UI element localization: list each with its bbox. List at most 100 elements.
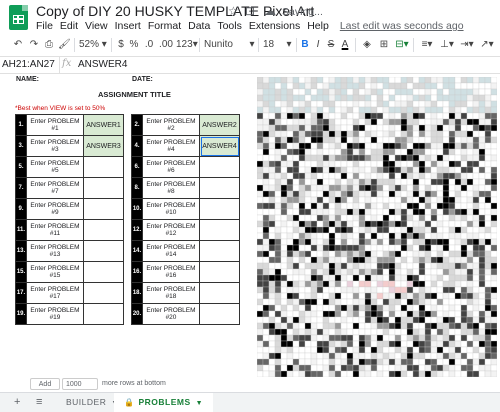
problem-number[interactable]: 6. bbox=[131, 156, 143, 178]
problem-number[interactable]: 20. bbox=[131, 303, 143, 325]
answer-cell[interactable] bbox=[199, 198, 240, 220]
percent-button[interactable]: % bbox=[129, 38, 139, 52]
problem-cell[interactable]: Enter PROBLEM #6 bbox=[142, 156, 200, 178]
problem-number[interactable]: 9. bbox=[15, 198, 27, 220]
problem-number[interactable]: 1. bbox=[15, 114, 27, 136]
chevron-down-icon[interactable]: ▾ bbox=[285, 38, 293, 52]
add-sheet-icon[interactable]: + bbox=[14, 396, 20, 408]
problem-number[interactable]: 13. bbox=[15, 240, 27, 262]
problem-number[interactable]: 3. bbox=[15, 135, 27, 157]
problem-cell[interactable]: Enter PROBLEM #8 bbox=[142, 177, 200, 199]
last-edit-link[interactable]: Last edit was seconds ago bbox=[340, 20, 464, 32]
answer-cell[interactable] bbox=[199, 240, 240, 262]
problem-cell[interactable]: Enter PROBLEM #3 bbox=[26, 135, 84, 157]
italic-button[interactable]: I bbox=[314, 38, 322, 52]
problem-number[interactable]: 7. bbox=[15, 177, 27, 199]
name-box[interactable]: AH21:AN27 bbox=[0, 57, 60, 73]
problem-cell[interactable]: Enter PROBLEM #7 bbox=[26, 177, 84, 199]
problem-cell[interactable]: Enter PROBLEM #19 bbox=[26, 303, 84, 325]
undo-icon[interactable]: ↶ bbox=[12, 38, 24, 52]
add-rows-count-input[interactable]: 1000 bbox=[62, 378, 98, 390]
problem-cell[interactable]: Enter PROBLEM #16 bbox=[142, 261, 200, 283]
answer-cell[interactable] bbox=[199, 282, 240, 304]
answer-cell[interactable]: ANSWER2 bbox=[199, 114, 240, 136]
menu-tools[interactable]: Tools bbox=[217, 20, 242, 32]
menu-file[interactable]: File bbox=[36, 20, 53, 32]
answer-cell[interactable] bbox=[83, 219, 124, 241]
zoom-select[interactable]: 52% ▾ bbox=[79, 38, 109, 52]
problem-number[interactable]: 4. bbox=[131, 135, 143, 157]
star-icon[interactable]: ☆ bbox=[228, 4, 239, 18]
fill-color-icon[interactable]: ◈ bbox=[361, 38, 373, 52]
merge-cells-icon[interactable]: ⊟▾ bbox=[394, 38, 410, 52]
answer-cell[interactable] bbox=[199, 177, 240, 199]
answer-cell[interactable] bbox=[199, 303, 240, 325]
redo-icon[interactable]: ↷ bbox=[28, 38, 40, 52]
menu-data[interactable]: Data bbox=[188, 20, 210, 32]
menu-help[interactable]: Help bbox=[307, 20, 329, 32]
answer-cell[interactable] bbox=[199, 261, 240, 283]
problem-number[interactable]: 2. bbox=[131, 114, 143, 136]
problem-number[interactable]: 10. bbox=[131, 198, 143, 220]
decrease-decimal-button[interactable]: .0 bbox=[142, 38, 156, 52]
problem-cell[interactable]: Enter PROBLEM #20 bbox=[142, 303, 200, 325]
menu-view[interactable]: View bbox=[85, 20, 108, 32]
font-size-select[interactable]: 18 bbox=[263, 38, 287, 52]
chevron-down-icon[interactable]: ▾ bbox=[248, 38, 256, 52]
answer-cell[interactable] bbox=[83, 198, 124, 220]
print-icon[interactable]: ⎙ bbox=[43, 38, 55, 52]
problem-number[interactable]: 19. bbox=[15, 303, 27, 325]
add-rows-button[interactable]: Add bbox=[30, 378, 60, 390]
answer-cell[interactable] bbox=[83, 261, 124, 283]
problem-cell[interactable]: Enter PROBLEM #5 bbox=[26, 156, 84, 178]
assignment-title[interactable]: ASSIGNMENT TITLE bbox=[98, 90, 171, 99]
problem-number[interactable]: 18. bbox=[131, 282, 143, 304]
problem-cell[interactable]: Enter PROBLEM #10 bbox=[142, 198, 200, 220]
problem-cell[interactable]: Enter PROBLEM #17 bbox=[26, 282, 84, 304]
problem-number[interactable]: 17. bbox=[15, 282, 27, 304]
vertical-align-icon[interactable]: ⊥▾ bbox=[439, 38, 455, 52]
borders-icon[interactable]: ⊞ bbox=[378, 38, 390, 52]
problem-cell[interactable]: Enter PROBLEM #14 bbox=[142, 240, 200, 262]
problem-cell[interactable]: Enter PROBLEM #13 bbox=[26, 240, 84, 262]
menu-insert[interactable]: Insert bbox=[115, 20, 141, 32]
currency-button[interactable]: $ bbox=[116, 38, 126, 52]
answer-cell[interactable] bbox=[199, 156, 240, 178]
menu-edit[interactable]: Edit bbox=[60, 20, 78, 32]
answer-cell[interactable]: ANSWER3 bbox=[83, 135, 124, 157]
pixel-art-grid[interactable] bbox=[257, 77, 497, 377]
move-folder-icon[interactable]: ⊡ bbox=[245, 4, 255, 18]
font-select[interactable]: Nunito bbox=[204, 38, 254, 52]
problem-cell[interactable]: Enter PROBLEM #2 bbox=[142, 114, 200, 136]
formula-input[interactable]: ANSWER4 bbox=[78, 57, 127, 73]
increase-decimal-button[interactable]: .00 bbox=[158, 38, 174, 52]
problem-cell[interactable]: Enter PROBLEM #11 bbox=[26, 219, 84, 241]
text-wrap-icon[interactable]: ⇥▾ bbox=[459, 38, 475, 52]
problem-cell[interactable]: Enter PROBLEM #12 bbox=[142, 219, 200, 241]
answer-cell[interactable] bbox=[83, 240, 124, 262]
problem-number[interactable]: 5. bbox=[15, 156, 27, 178]
horizontal-align-icon[interactable]: ≡▾ bbox=[419, 38, 435, 52]
text-color-button[interactable]: A bbox=[340, 38, 350, 52]
problem-number[interactable]: 16. bbox=[131, 261, 143, 283]
answer-cell[interactable]: ANSWER4 bbox=[199, 135, 240, 157]
answer-cell[interactable] bbox=[199, 219, 240, 241]
all-sheets-icon[interactable]: ≡ bbox=[36, 396, 42, 408]
answer-cell[interactable] bbox=[83, 303, 124, 325]
sheets-logo-icon[interactable] bbox=[9, 5, 28, 30]
tab-problems[interactable]: 🔒 PROBLEMS ▼ bbox=[114, 393, 214, 412]
answer-cell[interactable]: ANSWER1 bbox=[83, 114, 124, 136]
answer-cell[interactable] bbox=[83, 156, 124, 178]
problem-number[interactable]: 12. bbox=[131, 219, 143, 241]
problem-number[interactable]: 11. bbox=[15, 219, 27, 241]
paint-format-icon[interactable]: 🖌 bbox=[58, 38, 71, 52]
menu-extensions[interactable]: Extensions bbox=[249, 20, 300, 32]
menu-format[interactable]: Format bbox=[148, 20, 181, 32]
sheet-grid[interactable]: NAME: DATE: ASSIGNMENT TITLE *Best when … bbox=[0, 74, 500, 392]
more-formats-button[interactable]: 123▾ bbox=[176, 38, 198, 52]
strikethrough-button[interactable]: S bbox=[326, 38, 336, 52]
problem-cell[interactable]: Enter PROBLEM #9 bbox=[26, 198, 84, 220]
problem-cell[interactable]: Enter PROBLEM #15 bbox=[26, 261, 84, 283]
problem-number[interactable]: 14. bbox=[131, 240, 143, 262]
problem-number[interactable]: 8. bbox=[131, 177, 143, 199]
